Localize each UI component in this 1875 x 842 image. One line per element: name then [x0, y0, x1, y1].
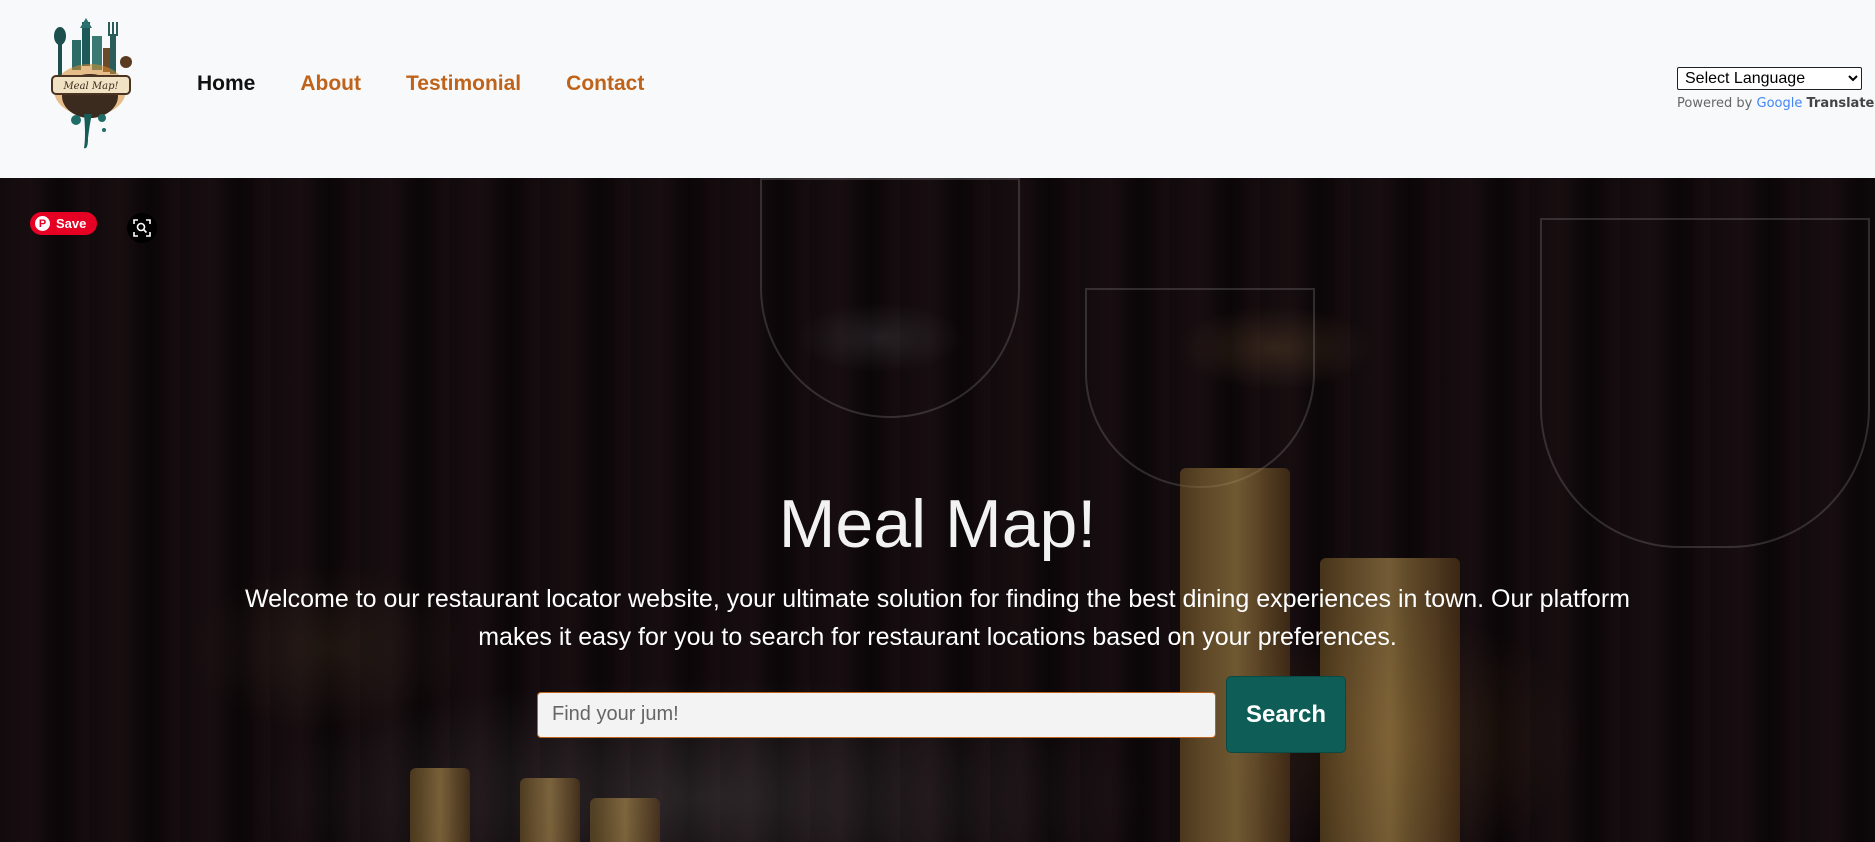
- hero-section: P Save Meal Map! Welcome to our restaura…: [0, 178, 1875, 842]
- powered-by-text: Powered by: [1677, 96, 1753, 111]
- meal-map-logo[interactable]: Meal Map!: [44, 18, 144, 152]
- bg-wine-glass: [760, 178, 1020, 418]
- google-translate-widget: Select Language Powered by Google Transl…: [1677, 67, 1874, 111]
- pinterest-save-button[interactable]: P Save: [30, 212, 97, 235]
- nav-home[interactable]: Home: [197, 72, 255, 96]
- powered-by-google: Powered by Google Translate: [1677, 96, 1874, 111]
- site-header: Meal Map! Home About Testimonial Contact…: [0, 0, 1875, 178]
- search-input[interactable]: [537, 691, 1216, 738]
- translate-link[interactable]: Translate: [1806, 96, 1874, 111]
- pinterest-save-label: Save: [56, 216, 87, 231]
- hero-content: Meal Map! Welcome to our restaurant loca…: [0, 490, 1875, 656]
- google-logo-text: Google: [1756, 96, 1803, 111]
- bg-gold-cup: [520, 778, 580, 842]
- hero-description: Welcome to our restaurant locator websit…: [245, 585, 1630, 651]
- logo-text: Meal Map!: [62, 81, 118, 92]
- main-nav: Home About Testimonial Contact: [197, 72, 644, 96]
- nav-contact[interactable]: Contact: [566, 72, 644, 96]
- bg-cocktail-glass: [1085, 288, 1315, 488]
- pinterest-icon: P: [35, 216, 50, 231]
- bg-gold-cup: [590, 798, 660, 842]
- search-button[interactable]: Search: [1226, 676, 1346, 753]
- bg-gold-cup: [410, 768, 470, 842]
- hero-title: Meal Map!: [778, 486, 1097, 562]
- search-bar: Search: [537, 676, 1346, 753]
- nav-about[interactable]: About: [300, 72, 361, 96]
- language-select[interactable]: Select Language: [1677, 67, 1862, 90]
- nav-testimonial[interactable]: Testimonial: [406, 72, 521, 96]
- lens-search-icon[interactable]: [127, 213, 157, 243]
